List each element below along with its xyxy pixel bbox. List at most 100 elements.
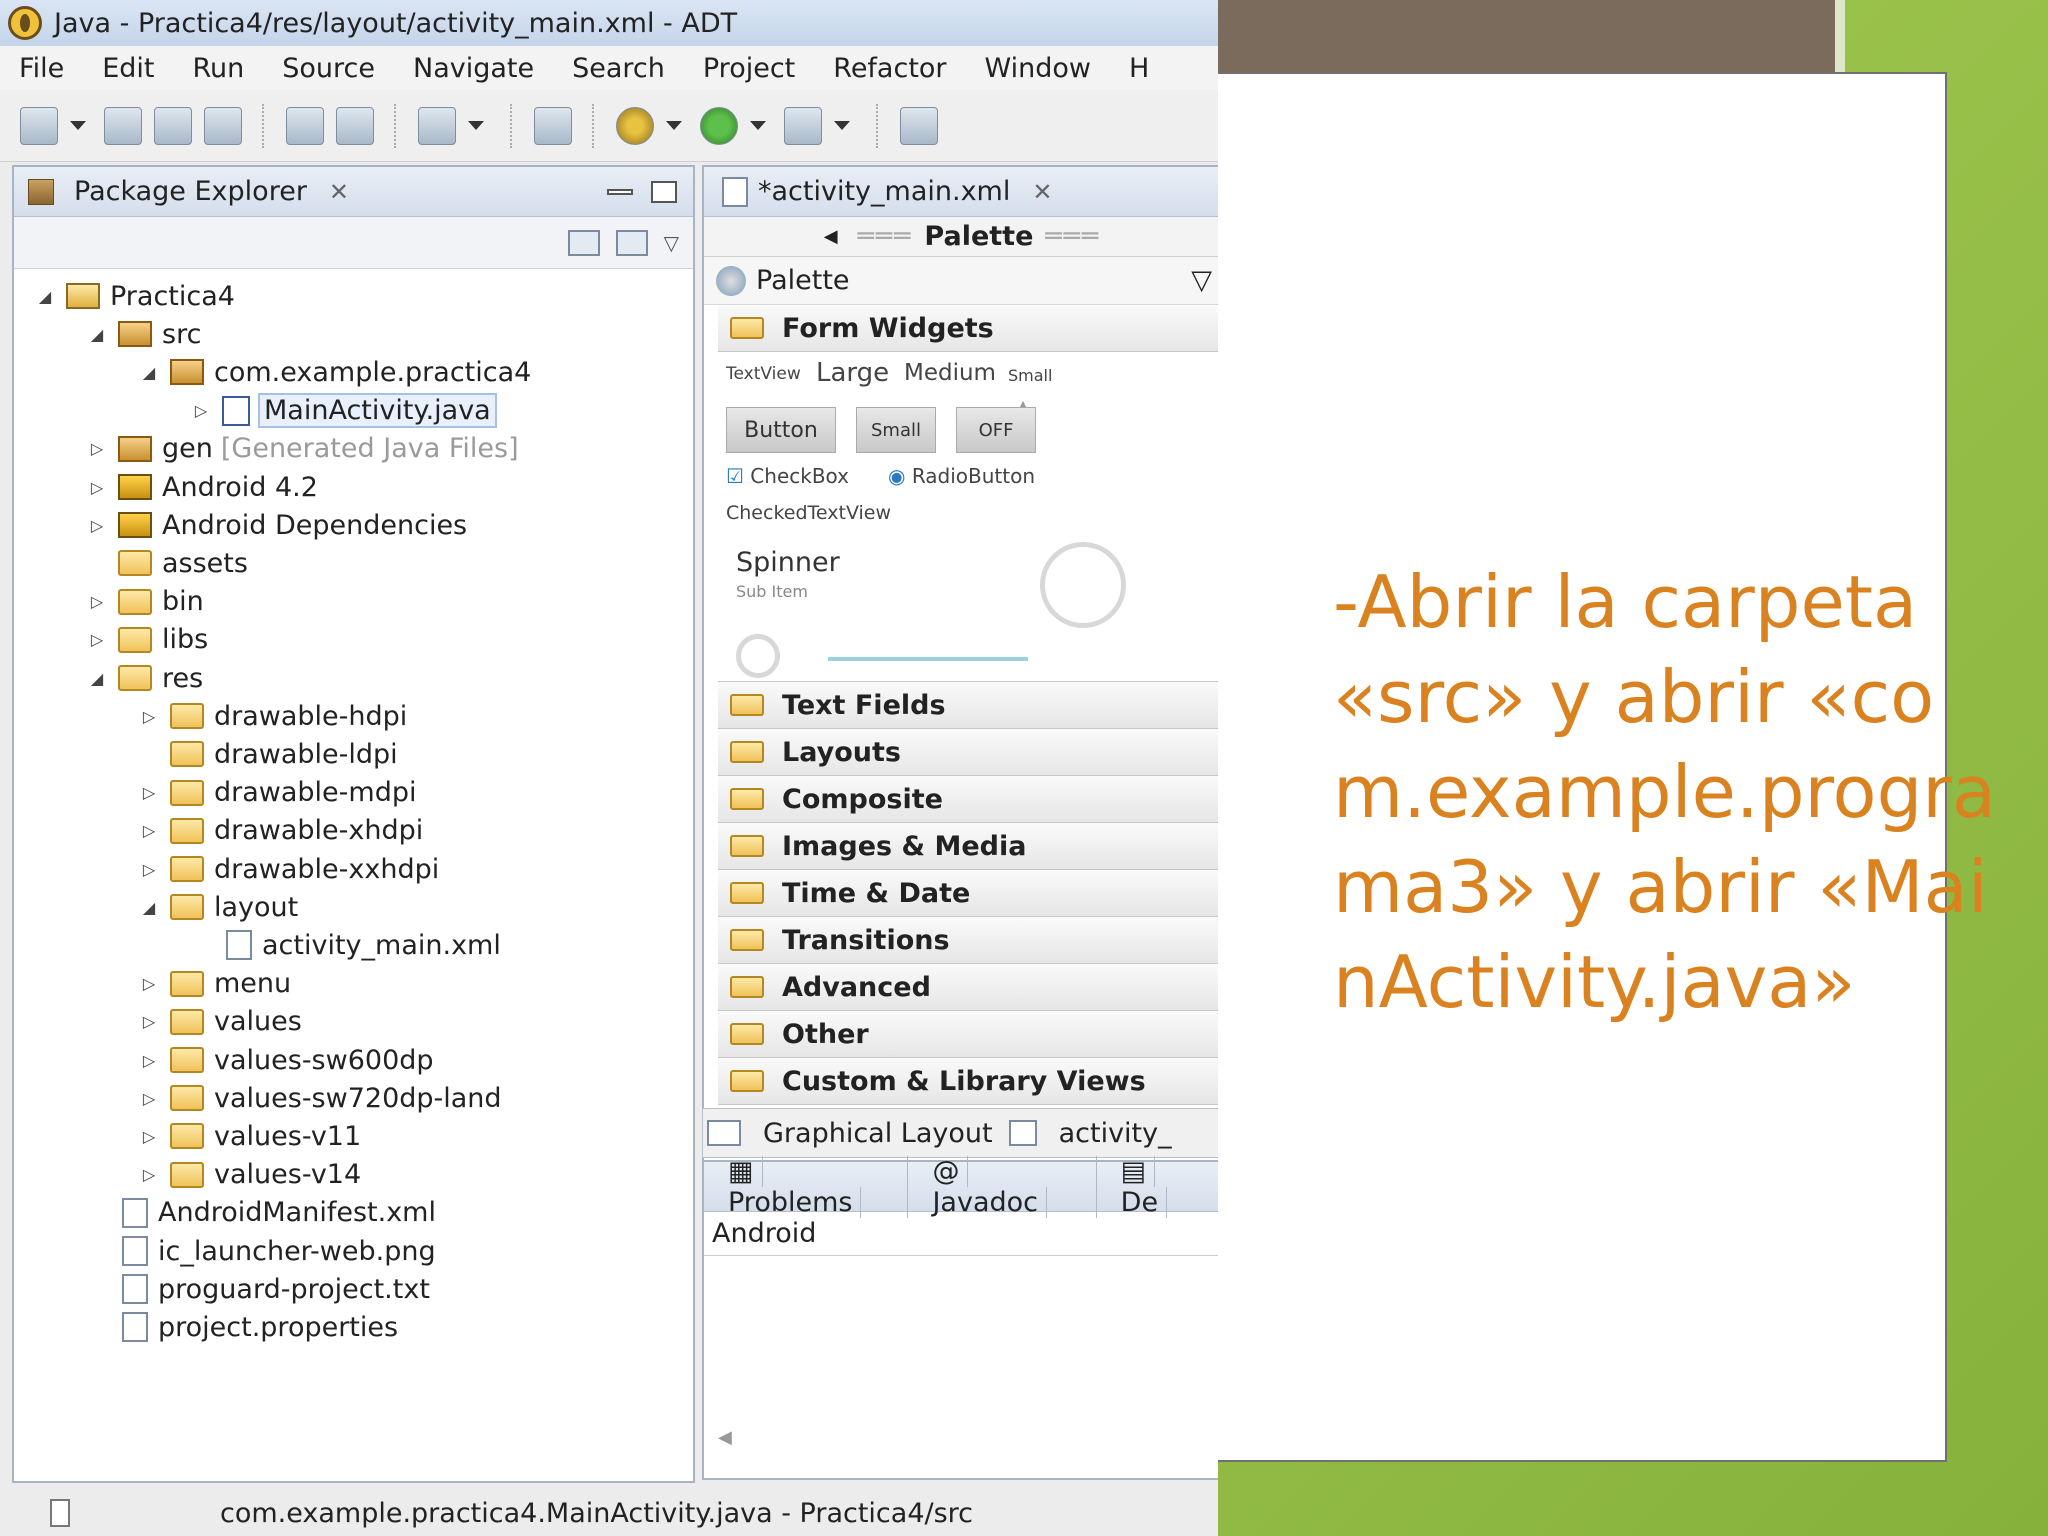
tree-item[interactable]: ▷ values-sw720dp-land [138,1079,502,1117]
collapsed-twisty-icon[interactable]: ▷ [138,1089,160,1108]
palette-category-text-fields[interactable]: Text Fields [718,682,1218,729]
menu-item-edit[interactable]: Edit [83,53,173,84]
widget-button[interactable]: Button [726,407,836,453]
widget-toggle-button[interactable]: OFF [956,407,1036,453]
save-all-icon[interactable] [154,106,192,145]
new-dropdown-icon[interactable] [70,121,86,130]
collapsed-twisty-icon[interactable]: ▷ [86,478,108,497]
link-with-editor-icon[interactable] [615,229,648,256]
tree-item[interactable]: ◢ res [86,659,203,697]
new-android-xml-icon[interactable] [534,106,572,145]
tree-item[interactable]: project.properties [86,1308,398,1346]
tree-item[interactable]: ◢ com.example.practica4 [138,353,532,391]
palette-category-form-widgets[interactable]: Form Widgets [718,305,1218,352]
tree-item[interactable]: drawable-ldpi [138,735,398,773]
menu-item-run[interactable]: Run [173,53,263,84]
debug-dropdown-icon[interactable] [666,121,682,130]
menu-item-project[interactable]: Project [684,53,814,84]
palette-category-images-media[interactable]: Images & Media [718,823,1218,870]
collapsed-twisty-icon[interactable]: ▷ [86,630,108,649]
collapsed-twisty-icon[interactable]: ▷ [138,1012,160,1031]
widget-medium-text[interactable]: Medium [904,360,996,386]
tree-item[interactable]: ▷ values-v11 [138,1117,361,1155]
widget-radio-button[interactable]: ◉ RadioButton [888,464,1035,488]
debug-icon[interactable] [616,106,654,145]
menu-item-window[interactable]: Window [966,53,1110,84]
widget-large-text[interactable]: Large [816,358,889,388]
collapsed-twisty-icon[interactable]: ▷ [86,439,108,458]
tree-item[interactable]: ▷ Android Dependencies [86,506,467,544]
tree-item[interactable]: ▷ values-sw600dp [138,1041,434,1079]
menu-item-source[interactable]: Source [263,53,394,84]
editor-tab[interactable]: *activity_main.xml ✕ [704,167,1218,217]
expanded-twisty-icon[interactable]: ◢ [86,669,108,688]
run-dropdown-icon[interactable] [750,121,766,130]
collapsed-twisty-icon[interactable]: ▷ [138,1165,160,1184]
close-icon[interactable]: ✕ [329,178,349,206]
save-icon[interactable] [104,106,142,145]
avd-manager-icon[interactable] [336,106,374,145]
menu-item-search[interactable]: Search [553,53,684,84]
tree-item[interactable]: ▷ drawable-hdpi [138,697,407,735]
widget-checkbox[interactable]: ☑ CheckBox [726,464,849,488]
tree-item[interactable]: ▷ drawable-xhdpi [138,812,423,850]
run-icon[interactable] [700,106,738,145]
close-icon[interactable]: ✕ [1032,178,1052,206]
collapsed-twisty-icon[interactable]: ▷ [138,860,160,879]
menu-item-navigate[interactable]: Navigate [394,53,553,84]
collapsed-twisty-icon[interactable]: ▷ [86,516,108,535]
expanded-twisty-icon[interactable]: ◢ [34,287,56,306]
tab-javadoc[interactable]: @ Javadoc [916,1155,1097,1218]
widget-spinner[interactable]: Spinner [736,547,840,578]
menu-item-h[interactable]: H [1110,53,1168,84]
menu-item-file[interactable]: File [0,53,83,84]
collapsed-twisty-icon[interactable]: ▷ [138,707,160,726]
collapsed-twisty-icon[interactable]: ▷ [138,1051,160,1070]
menu-item-refactor[interactable]: Refactor [814,53,965,84]
chevron-down-icon[interactable]: ▽ [1191,265,1212,296]
sdk-manager-icon[interactable] [286,106,324,145]
tree-item[interactable]: ▷ Android 4.2 [86,468,318,506]
widget-small-text[interactable]: Small [1008,366,1052,385]
expanded-twisty-icon[interactable]: ◢ [86,325,108,344]
scroll-left-icon[interactable]: ◀ [718,1427,732,1448]
tree-item[interactable]: ◢ src [86,315,202,353]
tab-graphical-layout[interactable]: Graphical Layout [751,1118,1005,1149]
widget-checked-textview[interactable]: CheckedTextView [726,502,891,524]
package-explorer-tab[interactable]: Package Explorer ✕ [14,167,693,217]
palette-category-custom-library-views[interactable]: Custom & Library Views [718,1058,1218,1105]
external-tools-icon[interactable] [784,106,822,145]
progress-spinner-large-icon[interactable] [1040,542,1126,628]
tree-item[interactable]: ▷ bin [86,583,204,621]
expanded-twisty-icon[interactable]: ◢ [138,898,160,917]
palette-category-layouts[interactable]: Layouts [718,729,1218,776]
tree-item[interactable]: ▷ values-v14 [138,1156,361,1194]
collapsed-twisty-icon[interactable]: ▷ [86,592,108,611]
new-java-package-icon[interactable] [900,106,938,145]
collapsed-twisty-icon[interactable]: ▷ [138,1127,160,1146]
tree-item[interactable]: ▷ gen [Generated Java Files] [86,430,519,468]
new-icon[interactable] [20,106,58,145]
tree-item[interactable]: ▷ values [138,1003,302,1041]
tree-item[interactable]: ▷ drawable-mdpi [138,774,417,812]
lint-check-icon[interactable] [418,106,456,145]
collapsed-twisty-icon[interactable]: ▷ [190,401,212,420]
tree-item[interactable]: ◢ layout [138,888,298,926]
tab-declaration[interactable]: ▤ De [1105,1155,1218,1218]
tree-item[interactable]: activity_main.xml [190,926,501,964]
collapsed-twisty-icon[interactable]: ▷ [138,783,160,802]
tab-problems[interactable]: ▦ Problems [712,1155,909,1218]
external-tools-dropdown-icon[interactable] [834,121,850,130]
print-icon[interactable] [204,106,242,145]
tree-item[interactable]: ▷ drawable-xxhdpi [138,850,439,888]
expanded-twisty-icon[interactable]: ◢ [138,363,160,382]
tab-xml-source[interactable]: activity_ [1047,1118,1184,1149]
widget-small-button[interactable]: Small [856,407,936,453]
tree-item[interactable]: ◢ Practica4 [34,277,235,315]
tree-item[interactable]: ▷ libs [86,621,208,659]
palette-category-other[interactable]: Other [718,1011,1218,1058]
tree-item[interactable]: AndroidManifest.xml [86,1194,436,1232]
tree-item[interactable]: ic_launcher-web.png [86,1232,436,1270]
view-menu-icon[interactable]: ▽ [664,231,679,255]
progress-spinner-small-icon[interactable] [736,634,780,678]
